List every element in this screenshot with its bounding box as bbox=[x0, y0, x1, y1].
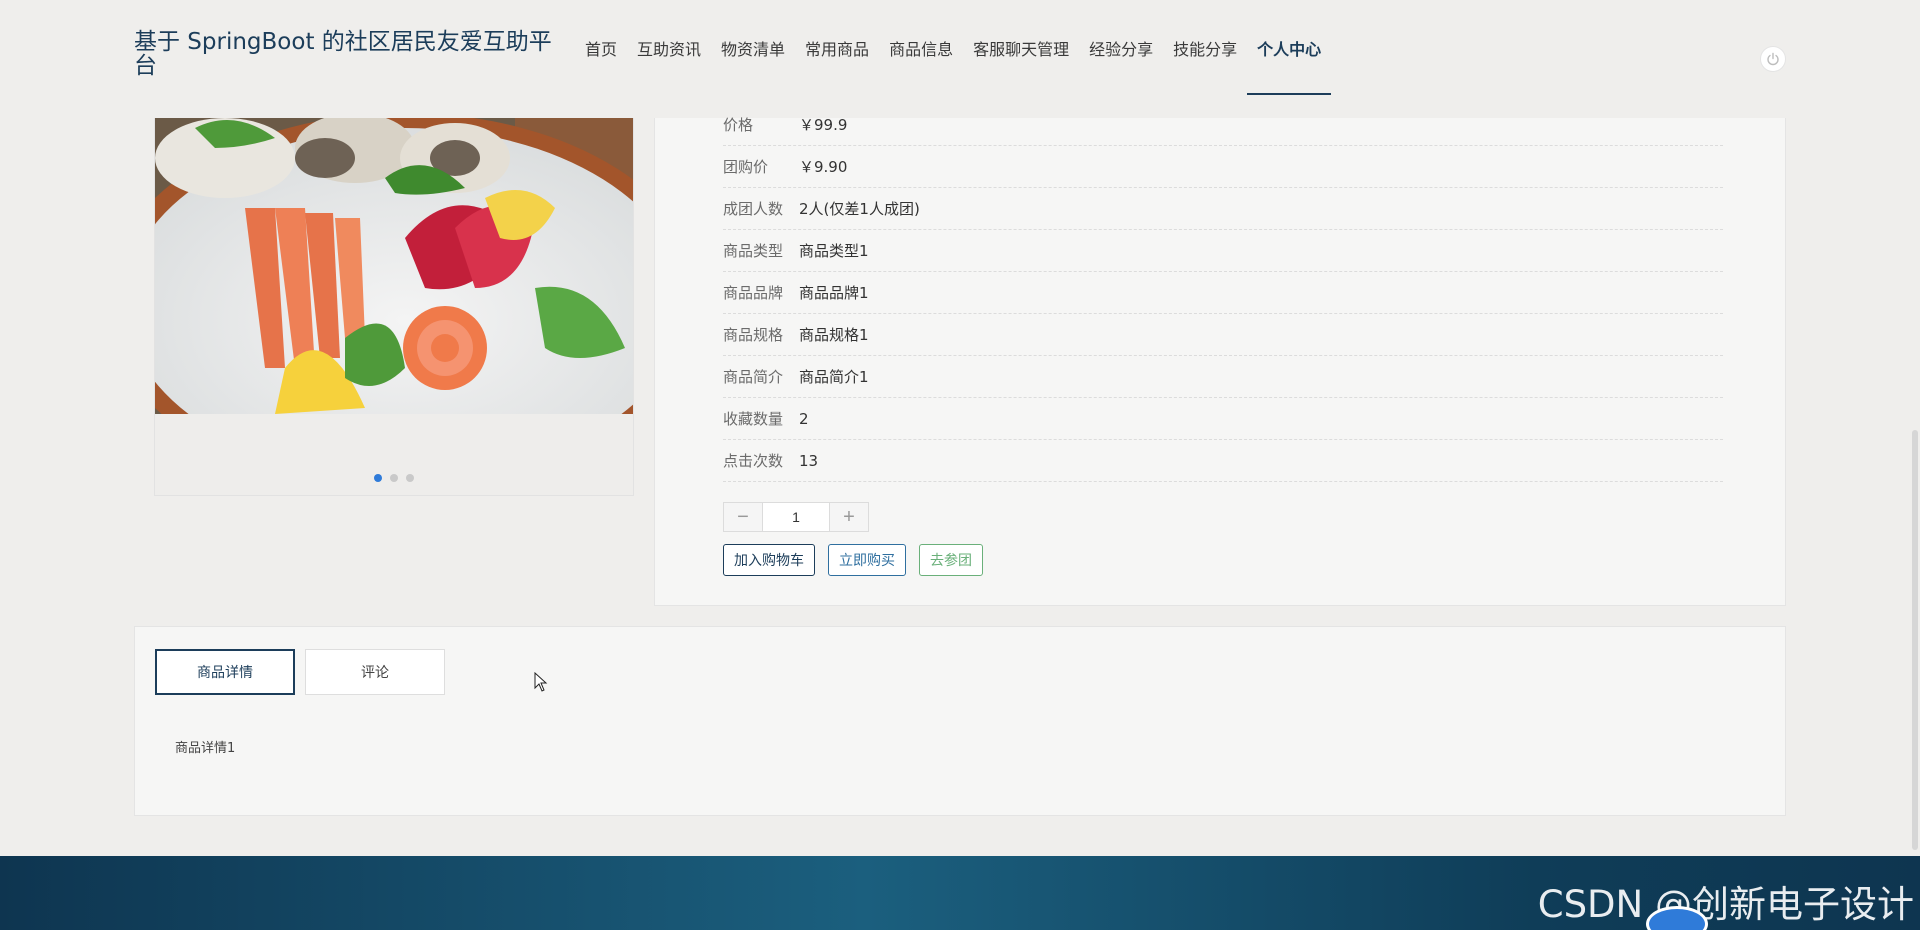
carousel-dot-2[interactable] bbox=[390, 474, 398, 482]
quantity-stepper: − + bbox=[723, 502, 869, 532]
info-label: 团购价 bbox=[723, 158, 769, 176]
info-value: ￥99.9 bbox=[799, 116, 848, 134]
info-label: 收藏数量 bbox=[723, 410, 784, 428]
nav-item-customer-chat[interactable]: 客服聊天管理 bbox=[963, 0, 1079, 95]
join-group-button[interactable]: 去参团 bbox=[919, 544, 983, 576]
info-value: 2人(仅差1人成团) bbox=[799, 200, 920, 218]
info-label: 价格 bbox=[723, 116, 754, 134]
info-label: 商品简介 bbox=[723, 368, 784, 386]
info-row-group-price: 团购价 ￥9.90 bbox=[723, 146, 1723, 188]
info-value: 13 bbox=[799, 451, 819, 470]
info-label: 成团人数 bbox=[723, 200, 784, 218]
info-row-summary: 商品简介 商品简介1 bbox=[723, 356, 1723, 398]
buy-now-button[interactable]: 立即购买 bbox=[828, 544, 906, 576]
product-photo-seafood bbox=[155, 118, 633, 414]
info-row-price: 价格 ￥99.9 bbox=[723, 104, 1723, 146]
info-label: 点击次数 bbox=[723, 452, 784, 470]
site-footer: CSDN @创新电子设计 bbox=[0, 856, 1920, 930]
nav-item-experience[interactable]: 经验分享 bbox=[1079, 0, 1163, 95]
nav-item-mutual-news[interactable]: 互助资讯 bbox=[627, 0, 711, 95]
power-icon bbox=[1767, 52, 1779, 66]
carousel-dot-1[interactable] bbox=[374, 474, 382, 482]
product-image-carousel[interactable] bbox=[154, 118, 634, 496]
main-nav: 首页 互助资讯 物资清单 常用商品 商品信息 客服聊天管理 经验分享 技能分享 … bbox=[575, 0, 1332, 95]
add-to-cart-button[interactable]: 加入购物车 bbox=[723, 544, 815, 576]
info-row-spec: 商品规格 商品规格1 bbox=[723, 314, 1723, 356]
mouse-cursor-icon bbox=[534, 672, 548, 692]
info-row-type: 商品类型 商品类型1 bbox=[723, 230, 1723, 272]
logout-button[interactable] bbox=[1760, 46, 1786, 72]
info-label: 商品规格 bbox=[723, 326, 784, 344]
watermark-text: CSDN @创新电子设计 bbox=[1537, 883, 1914, 926]
carousel-dot-3[interactable] bbox=[406, 474, 414, 482]
product-detail-panel: 商品详情 评论 商品详情1 bbox=[134, 626, 1786, 816]
info-row-group-size: 成团人数 2人(仅差1人成团) bbox=[723, 188, 1723, 230]
info-value: 商品类型1 bbox=[799, 242, 869, 260]
quantity-increase-button[interactable]: + bbox=[830, 503, 868, 531]
page-scrollbar[interactable] bbox=[1912, 430, 1918, 850]
info-row-favorites: 收藏数量 2 bbox=[723, 398, 1723, 440]
nav-item-skills[interactable]: 技能分享 bbox=[1163, 0, 1247, 95]
info-label: 商品类型 bbox=[723, 242, 784, 260]
detail-content: 商品详情1 bbox=[175, 741, 236, 756]
info-row-brand: 商品品牌 商品品牌1 bbox=[723, 272, 1723, 314]
info-row-clicks: 点击次数 13 bbox=[723, 440, 1723, 482]
nav-item-supplies[interactable]: 物资清单 bbox=[711, 0, 795, 95]
nav-item-personal-center[interactable]: 个人中心 bbox=[1247, 0, 1332, 95]
info-value: 商品规格1 bbox=[799, 326, 869, 344]
detail-tabs: 商品详情 评论 bbox=[155, 649, 445, 695]
site-header: 基于 SpringBoot 的社区居民友爱互助平台 首页 互助资讯 物资清单 常… bbox=[0, 0, 1920, 118]
tab-product-detail[interactable]: 商品详情 bbox=[155, 649, 295, 695]
nav-item-common-goods[interactable]: 常用商品 bbox=[795, 0, 879, 95]
action-buttons: 加入购物车 立即购买 去参团 bbox=[723, 544, 983, 576]
info-value: 商品简介1 bbox=[799, 368, 869, 386]
tab-comments[interactable]: 评论 bbox=[305, 649, 445, 695]
carousel-indicators bbox=[155, 474, 633, 482]
quantity-input[interactable] bbox=[762, 503, 830, 531]
quantity-decrease-button[interactable]: − bbox=[724, 503, 762, 531]
nav-item-goods-info[interactable]: 商品信息 bbox=[879, 0, 963, 95]
site-title[interactable]: 基于 SpringBoot 的社区居民友爱互助平台 bbox=[134, 30, 564, 78]
info-value: 商品品牌1 bbox=[799, 284, 869, 302]
product-info-panel: 价格 ￥99.9 团购价 ￥9.90 成团人数 2人(仅差1人成团) 商品类型 … bbox=[654, 116, 1786, 606]
info-label: 商品品牌 bbox=[723, 284, 784, 302]
nav-item-home[interactable]: 首页 bbox=[575, 0, 627, 95]
info-value: 2 bbox=[799, 409, 809, 428]
info-value: ￥9.90 bbox=[799, 158, 848, 176]
